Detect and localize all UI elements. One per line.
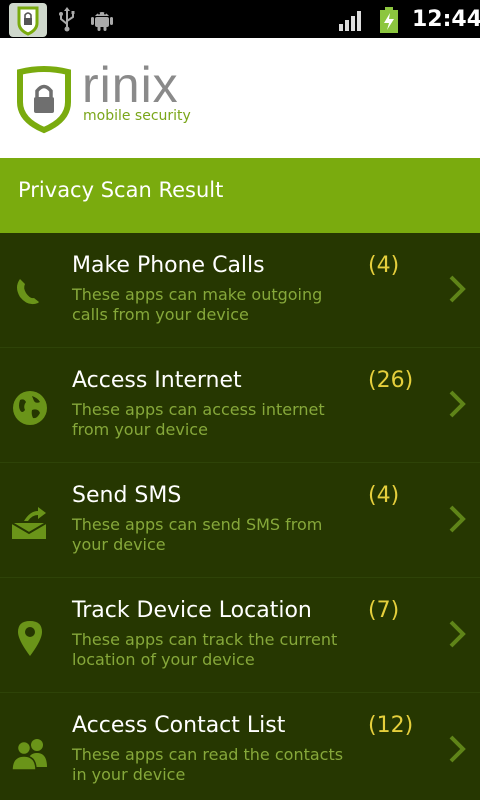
logo-header: rinix mobile security xyxy=(0,38,480,158)
envelope-send-icon xyxy=(10,503,50,543)
globe-icon xyxy=(10,388,50,428)
list-item-desc: These apps can access internet from your… xyxy=(72,400,325,439)
chevron-right-icon xyxy=(445,273,469,305)
location-pin-icon xyxy=(10,618,50,658)
permission-list: Make Phone Calls (4) These apps can make… xyxy=(0,233,480,800)
chevron-right-icon xyxy=(445,388,469,420)
list-item-desc: These apps can send SMS from your device xyxy=(72,515,323,554)
logo-wordmark: rinix xyxy=(82,57,179,113)
contacts-icon xyxy=(10,733,50,773)
status-time: 12:44 xyxy=(412,7,480,32)
chevron-right-icon xyxy=(445,503,469,535)
app-shield-icon[interactable] xyxy=(9,3,47,37)
list-item-count: (4) xyxy=(368,253,400,278)
phone-icon xyxy=(10,273,50,313)
status-bar: 12:44 xyxy=(0,0,480,38)
chevron-right-icon xyxy=(445,618,469,650)
list-item-count: (26) xyxy=(368,368,414,393)
list-item-sms[interactable]: Send SMS (4) These apps can send SMS fro… xyxy=(0,463,480,578)
list-item-title: Make Phone Calls xyxy=(72,253,265,278)
list-item-title: Access Internet xyxy=(72,368,242,393)
android-debug-icon xyxy=(90,6,114,32)
usb-icon xyxy=(56,6,78,32)
chevron-right-icon xyxy=(445,733,469,765)
list-item-desc: These apps can make outgoing calls from … xyxy=(72,285,323,324)
logo-tagline: mobile security xyxy=(83,108,191,124)
list-item-title: Track Device Location xyxy=(72,598,312,623)
signal-icon xyxy=(338,8,366,32)
list-item-title: Access Contact List xyxy=(72,713,286,738)
list-item-phone-calls[interactable]: Make Phone Calls (4) These apps can make… xyxy=(0,233,480,348)
shield-lock-icon xyxy=(14,64,74,134)
list-item-title: Send SMS xyxy=(72,483,182,508)
list-item-count: (7) xyxy=(368,598,400,623)
page-title: Privacy Scan Result xyxy=(18,178,224,202)
battery-charging-icon xyxy=(378,6,400,34)
list-item-count: (4) xyxy=(368,483,400,508)
list-item-desc: These apps can track the current locatio… xyxy=(72,630,338,669)
list-item-contacts[interactable]: Access Contact List (12) These apps can … xyxy=(0,693,480,800)
list-item-internet[interactable]: Access Internet (26) These apps can acce… xyxy=(0,348,480,463)
list-item-desc: These apps can read the contacts in your… xyxy=(72,745,344,784)
list-item-count: (12) xyxy=(368,713,414,738)
title-bar: Privacy Scan Result xyxy=(0,158,480,233)
list-item-location[interactable]: Track Device Location (7) These apps can… xyxy=(0,578,480,693)
